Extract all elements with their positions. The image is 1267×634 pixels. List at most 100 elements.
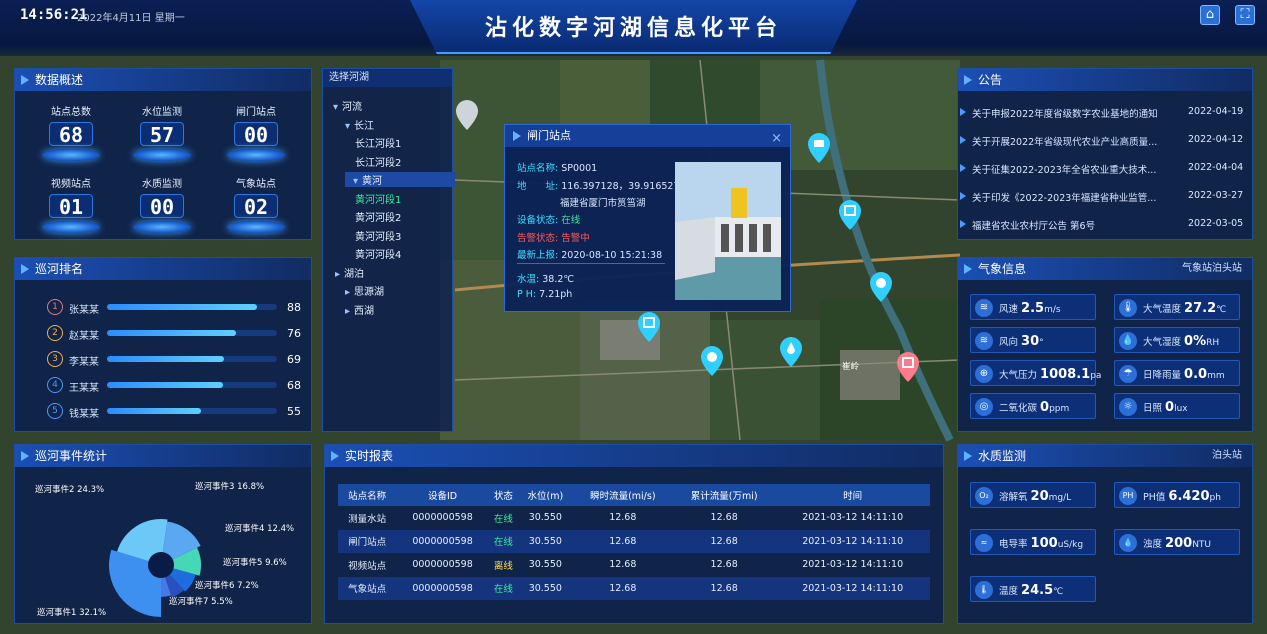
table-header: 站点名称 [338, 484, 397, 506]
tree-expand-icon[interactable]: ▾ [345, 121, 350, 132]
gate-station-pin[interactable] [839, 200, 861, 230]
rank-item[interactable]: 3 李某某 69 [47, 351, 307, 368]
table-cell: 30.550 [528, 559, 562, 571]
rank-item[interactable]: 1 张某某 88 [47, 299, 307, 316]
weather-value: 1008.1 [1040, 367, 1091, 382]
tree-item[interactable]: ▸ 西湖 [345, 302, 374, 317]
weather-station-pin[interactable] [701, 346, 723, 376]
tree-item[interactable]: ▾ 黄河 [345, 172, 455, 187]
rank-item[interactable]: 4 王某某 68 [47, 377, 307, 394]
weather-value: 0 [1165, 400, 1175, 415]
humidity-icon: 💧 [1119, 332, 1137, 350]
rank-number: 1 [47, 299, 63, 315]
tree-item[interactable]: ▸ 思源湖 [345, 283, 384, 298]
rank-item[interactable]: 2 赵某某 76 [47, 325, 307, 342]
tree-item-label: 黄河河段1 [355, 194, 402, 206]
notice-item[interactable]: 关于开展2022年省级现代农业产业高质量... [960, 134, 1172, 148]
notice-date: 2022-04-19 [1188, 106, 1244, 117]
tree-item[interactable]: 黄河河段2 [355, 209, 401, 224]
weather-value: 0 [1040, 400, 1050, 415]
notice-title: 关于征集2022-2023年全省农业重大技术... [972, 165, 1157, 176]
weather-unit: ℃ [1216, 305, 1227, 315]
tree-expand-icon[interactable]: ▸ [345, 306, 350, 317]
notice-item[interactable]: 关于申报2022年度省级数字农业基地的通知 [960, 106, 1172, 120]
tree-item[interactable]: ▾ 河流 [333, 98, 362, 113]
rank-number: 5 [47, 403, 63, 419]
map-place-label: 崔岭 [842, 362, 860, 372]
table-row[interactable]: 闸门站点 0000000598 在线 30.550 12.68 12.68 2021-03-… [338, 529, 930, 553]
table-cell: 测量水站 [348, 513, 387, 525]
table-cell: 12.68 [609, 559, 637, 571]
popup-coord: 116.397128，39.916527 [561, 181, 680, 192]
weather-value: 27.2 [1184, 301, 1217, 316]
tree-item[interactable]: ▾ 长江 [345, 117, 374, 132]
tree-item-label: 思源湖 [354, 287, 385, 298]
rank-item[interactable]: 5 钱某某 55 [47, 403, 307, 420]
fullscreen-icon[interactable]: ⛶ [1235, 5, 1255, 25]
pie-label: 巡河事件7 5.5% [169, 596, 233, 607]
map-pin-gray[interactable] [456, 100, 478, 130]
tree-item[interactable]: 长江河段2 [355, 154, 401, 169]
weather-text: 大气压力 1008.1pa [999, 367, 1101, 382]
video-station-pin[interactable] [808, 133, 830, 163]
table-row[interactable]: 测量水站 0000000598 在线 30.550 12.68 12.68 2021-03-… [338, 506, 930, 530]
tree-item[interactable]: 长江河段1 [355, 135, 401, 150]
weather-card: ☂ 日降雨量 0.0mm [1114, 360, 1240, 386]
pie-hole [148, 552, 174, 578]
table-cell: 30.550 [518, 576, 573, 600]
alarm-station-pin[interactable] [897, 352, 919, 382]
pressure-icon: ⊕ [975, 365, 993, 383]
table-cell: 2021-03-12 14:11:10 [802, 512, 904, 524]
rank-number: 3 [47, 351, 63, 367]
tree-item[interactable]: 黄河河段4 [355, 246, 401, 261]
turbidity-icon: 💧 [1119, 534, 1137, 552]
table-row[interactable]: 气象站点 0000000598 在线 30.550 12.68 12.68 2021-03-… [338, 576, 930, 600]
water-text: PH值 6.420ph [1143, 489, 1221, 504]
water-label: 溶解氧 [999, 492, 1028, 503]
water-text: 浊度 200NTU [1143, 536, 1211, 551]
tree-item[interactable]: 黄河河段1 [355, 191, 401, 206]
weather-label: 大气温度 [1143, 304, 1182, 315]
notice-panel: 公告 [957, 68, 1253, 240]
notice-item[interactable]: 福建省农业农村厅公告 第6号 [960, 218, 1172, 232]
table-cell: 气象站点 [338, 576, 397, 600]
weather-card: 💧 大气湿度 0%RH [1114, 327, 1240, 353]
water-value: 6.420 [1168, 489, 1210, 504]
water-quality-pin[interactable] [780, 337, 802, 367]
table-cell: 12.68 [710, 512, 738, 524]
popup-title: 闸门站点 [527, 129, 571, 142]
table-cell: 12.68 [672, 576, 776, 600]
rank-bar-fill [107, 408, 201, 414]
tree-item[interactable]: 黄河河段3 [355, 228, 401, 243]
table-row[interactable]: 视频站点 0000000598 离线 30.550 12.68 12.68 2021-03-… [338, 553, 930, 577]
notice-date: 2022-03-05 [1188, 218, 1244, 229]
tree-item[interactable]: ▸ 湖泊 [335, 265, 364, 280]
clock-date: 2022年4月11日 星期一 [77, 13, 185, 24]
pie-label: 巡河事件6 7.2% [195, 580, 259, 591]
notice-item[interactable]: 关于印发《2022-2023年福建省种业监管... [960, 190, 1172, 204]
table-cell: 12.68 [572, 529, 673, 553]
tree-expand-icon[interactable]: ▾ [353, 176, 358, 187]
home-icon[interactable]: ⌂ [1200, 5, 1220, 25]
water-station: 泊头站 [1212, 450, 1242, 461]
popup-temp: 38.2℃ [542, 274, 575, 285]
notice-item[interactable]: 关于征集2022-2023年全省农业重大技术... [960, 162, 1172, 176]
gate-station-pin-2[interactable] [638, 312, 660, 342]
tree-item-label: 长江河段1 [355, 139, 402, 150]
oxygen-icon: O₂ [975, 487, 993, 505]
table-cell: 在线 [493, 513, 513, 525]
close-icon[interactable]: × [771, 128, 782, 150]
popup-device-key: 设备状态: [517, 215, 559, 226]
water-card: O₂ 溶解氧 20mg/L [970, 482, 1096, 508]
tree-expand-icon[interactable]: ▸ [345, 287, 350, 298]
weather-text: 风速 2.5m/s [999, 301, 1061, 316]
tree-expand-icon[interactable]: ▾ [333, 102, 338, 113]
water-card: PH PH值 6.420ph [1114, 482, 1240, 508]
wind-icon: ≋ [975, 299, 993, 317]
rank-bar [107, 408, 277, 414]
tree-expand-icon[interactable]: ▸ [335, 269, 340, 280]
table-cell: 0000000598 [396, 576, 489, 600]
table-cell: 2021-03-12 14:11:10 [775, 576, 930, 600]
water-station-pin[interactable] [870, 272, 892, 302]
water-card: 💧 浊度 200NTU [1114, 529, 1240, 555]
